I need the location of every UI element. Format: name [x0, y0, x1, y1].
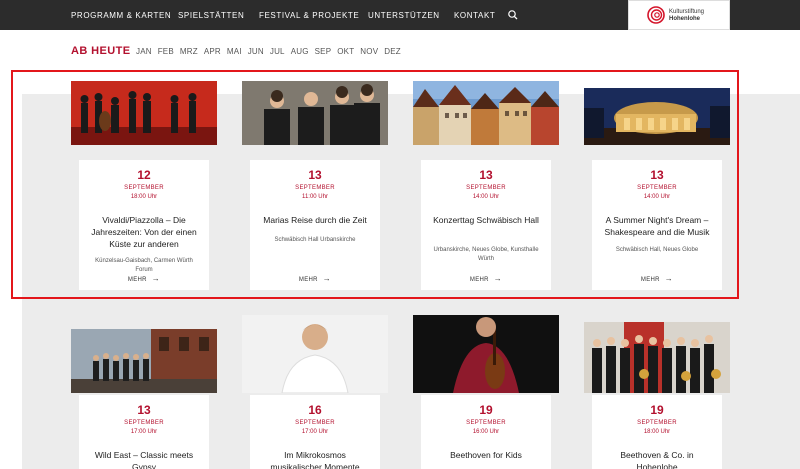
logo-line1: Kulturstiftung: [669, 9, 705, 15]
event-month: SEPTEMBER: [295, 420, 335, 426]
event-month: SEPTEMBER: [295, 185, 335, 191]
event-day: 13: [137, 403, 151, 417]
logo-emblem-icon: [647, 6, 665, 24]
more-link[interactable]: MEHR →: [421, 274, 551, 283]
event-day: 19: [650, 403, 664, 417]
search-icon[interactable]: [507, 9, 519, 21]
month-okt[interactable]: OKT: [337, 47, 354, 56]
event-image[interactable]: [71, 81, 217, 145]
event-time: 17:00 Uhr: [301, 429, 329, 435]
event-title[interactable]: Vivaldi/Piazzolla – Die Jahreszeiten: Vo…: [79, 214, 209, 250]
more-label: MEHR: [469, 277, 489, 283]
month-jun[interactable]: JUN: [248, 47, 264, 56]
arrow-right-icon: →: [664, 274, 674, 283]
event-venue: Schwäbisch Hall Urbanskirche: [274, 237, 356, 243]
month-sep[interactable]: SEP: [315, 47, 332, 56]
nav-kontakt[interactable]: KONTAKT: [454, 11, 495, 20]
month-dez[interactable]: DEZ: [384, 47, 401, 56]
nav-programm-karten[interactable]: PROGRAMM & KARTEN: [71, 11, 171, 20]
event-time: 16:00 Uhr: [472, 429, 500, 435]
nav-spielstaetten[interactable]: SPIELSTÄTTEN: [178, 11, 244, 20]
event-month: SEPTEMBER: [466, 185, 506, 191]
event-title[interactable]: Wild East – Classic meets Gypsy: [79, 449, 209, 469]
month-jan[interactable]: JAN: [136, 47, 152, 56]
filter-ab-heute[interactable]: AB HEUTE: [71, 45, 130, 57]
event-title[interactable]: A Summer Night's Dream – Shakespeare and…: [592, 214, 722, 238]
event-time: 14:00 Uhr: [472, 194, 500, 200]
event-time: 18:00 Uhr: [130, 194, 158, 200]
month-aug[interactable]: AUG: [291, 47, 309, 56]
more-label: MEHR: [127, 277, 147, 283]
logo[interactable]: Kulturstiftung Hohenlohe: [628, 0, 730, 30]
event-title[interactable]: Im Mikrokosmos musikalischer Momente: [250, 449, 380, 469]
event-image[interactable]: [413, 315, 559, 393]
more-link[interactable]: MEHR →: [79, 274, 209, 283]
event-month: SEPTEMBER: [466, 420, 506, 426]
event-image[interactable]: [242, 81, 388, 145]
event-month: SEPTEMBER: [124, 185, 164, 191]
logo-line2: Hohenlohe: [669, 16, 700, 22]
event-day: 19: [479, 403, 493, 417]
more-label: MEHR: [640, 277, 660, 283]
month-jul[interactable]: JUL: [270, 47, 285, 56]
event-venue: Urbanskirche, Neues Globe, Kunsthalle Wü…: [433, 247, 539, 262]
event-time: 11:00 Uhr: [302, 194, 328, 200]
event-time: 14:00 Uhr: [643, 194, 671, 200]
event-title[interactable]: Beethoven for Kids: [421, 449, 551, 461]
event-image[interactable]: [71, 329, 217, 393]
event-title[interactable]: Konzerttag Schwäbisch Hall: [421, 214, 551, 226]
event-month: SEPTEMBER: [637, 185, 677, 191]
event-image[interactable]: [242, 315, 388, 393]
month-apr[interactable]: APR: [204, 47, 221, 56]
more-link[interactable]: MEHR →: [592, 274, 722, 283]
event-image[interactable]: [584, 88, 730, 145]
arrow-right-icon: →: [493, 274, 503, 283]
month-nov[interactable]: NOV: [360, 47, 378, 56]
event-day: 12: [137, 168, 151, 182]
event-month: SEPTEMBER: [124, 420, 164, 426]
month-mrz[interactable]: MRZ: [180, 47, 198, 56]
more-label: MEHR: [298, 277, 318, 283]
event-venue: Schwäbisch Hall, Neues Globe: [615, 247, 699, 253]
nav-unterstuetzen[interactable]: UNTERSTÜTZEN: [368, 11, 440, 20]
month-mai[interactable]: MAI: [227, 47, 242, 56]
arrow-right-icon: →: [151, 274, 161, 283]
event-day: 13: [479, 168, 493, 182]
event-image[interactable]: [584, 322, 730, 393]
event-day: 13: [650, 168, 664, 182]
event-time: 18:00 Uhr: [643, 429, 671, 435]
event-venue: Künzelsau-Gaisbach, Carmen Würth Forum: [95, 258, 193, 273]
event-month: SEPTEMBER: [637, 420, 677, 426]
arrow-right-icon: →: [322, 274, 332, 283]
event-title[interactable]: Marias Reise durch die Zeit: [250, 214, 380, 226]
nav-festival-projekte[interactable]: FESTIVAL & PROJEKTE: [259, 11, 359, 20]
event-time: 17:00 Uhr: [130, 429, 158, 435]
more-link[interactable]: MEHR →: [250, 274, 380, 283]
event-title[interactable]: Beethoven & Co. in Hohenlohe: [592, 449, 722, 469]
event-day: 16: [308, 403, 322, 417]
month-feb[interactable]: FEB: [158, 47, 174, 56]
event-day: 13: [308, 168, 322, 182]
month-filter: JAN FEB MRZ APR MAI JUN JUL AUG SEP OKT …: [136, 47, 407, 56]
event-image[interactable]: [413, 81, 559, 145]
